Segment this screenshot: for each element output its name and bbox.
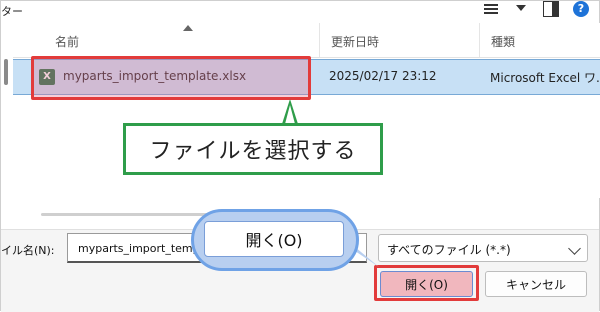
file-highlight-box xyxy=(31,56,311,100)
column-header-type[interactable]: 種類 xyxy=(491,33,515,50)
file-date: 2025/02/17 23:12 xyxy=(329,69,437,83)
cancel-button[interactable]: キャンセル xyxy=(485,271,587,297)
file-open-dialog: ター ? 名前 更新日時 種類 X myparts_import_templat… xyxy=(0,0,600,312)
chevron-down-icon[interactable] xyxy=(513,1,529,17)
zoomed-open-button: 開く(O) xyxy=(204,221,344,257)
column-header-name[interactable]: 名前 xyxy=(55,33,79,50)
filetype-select[interactable]: すべてのファイル (*.*) xyxy=(378,234,588,262)
chevron-down-icon xyxy=(568,242,581,255)
filetype-selected-value: すべてのファイル (*.*) xyxy=(387,243,511,257)
menu-icon[interactable] xyxy=(483,1,499,17)
filename-label: イル名(N): xyxy=(1,244,55,257)
list-header: 名前 更新日時 種類 xyxy=(13,23,600,58)
file-type: Microsoft Excel ワ... xyxy=(490,71,600,85)
toolbar-icons: ? xyxy=(483,1,589,17)
callout-pointer-inner xyxy=(285,105,295,124)
sort-ascending-icon xyxy=(183,25,193,31)
instruction-callout: ファイルを選択する xyxy=(123,123,383,175)
help-icon[interactable]: ? xyxy=(573,1,589,17)
column-divider[interactable] xyxy=(479,23,480,57)
open-button-highlight xyxy=(374,265,479,301)
column-header-date[interactable]: 更新日時 xyxy=(331,33,379,50)
toolbar-title: ター xyxy=(1,5,23,18)
column-divider[interactable] xyxy=(319,23,320,57)
preview-pane-icon[interactable] xyxy=(543,1,559,17)
vertical-scrollbar[interactable] xyxy=(4,59,8,85)
